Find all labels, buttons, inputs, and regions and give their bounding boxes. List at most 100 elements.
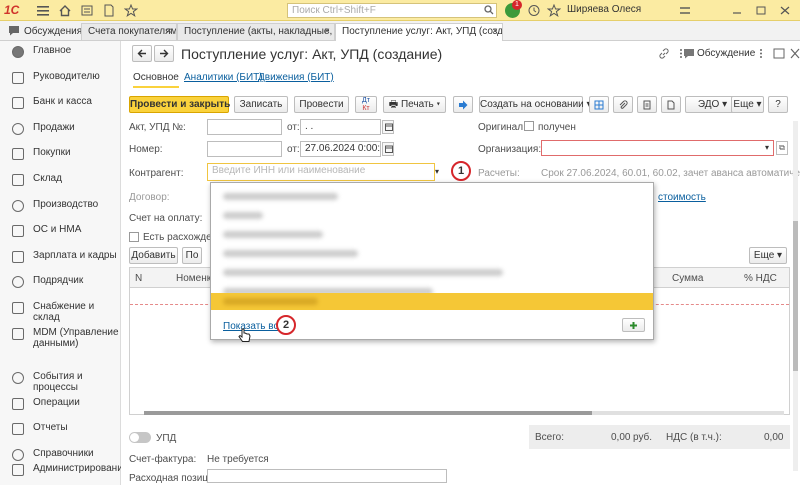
list-item[interactable] [211,188,653,205]
user-name[interactable]: Ширяева Олеся [567,4,641,15]
save-button[interactable]: Записать [234,96,288,113]
list-item[interactable] [211,245,653,262]
contractor-input[interactable]: Введите ИНН или наименование [207,163,435,181]
received-checkbox[interactable] [524,121,534,131]
doc-list-icon[interactable] [102,4,116,17]
close-icon[interactable]: × [324,26,330,37]
sidebar-item[interactable]: Продажи [0,118,121,140]
date-field[interactable]: 27.06.2024 0:00:00 [300,141,381,157]
sidebar-item[interactable]: Главное [0,41,121,63]
sidebar-item[interactable]: Склад [0,169,121,191]
act-number-field[interactable] [207,119,282,135]
sidebar-item[interactable]: Операции [0,393,121,415]
close-window-icon[interactable] [778,4,792,17]
sidebar-item[interactable]: Руководителю [0,67,121,89]
partial-button[interactable]: По [182,247,202,264]
column-header-vat[interactable]: % НДС [744,273,777,284]
sidebar-item[interactable]: Снабжение и склад [0,297,121,323]
home-icon[interactable] [58,4,72,17]
sidebar-item[interactable]: Банк и касса [0,92,121,114]
sidebar-item-label: Администрирование [33,463,129,474]
discussion-button[interactable]: Обсуждение [697,48,755,59]
expense-field[interactable] [207,469,447,483]
post-button[interactable]: Провести [294,96,349,113]
list-item[interactable] [211,264,653,281]
subtab-main[interactable]: Основное [133,72,179,88]
upd-toggle[interactable] [129,432,151,443]
create-based-button[interactable]: Создать на основании ▾ [479,96,592,113]
number-field[interactable] [207,141,282,157]
reports-icon [12,423,24,436]
table-more-button[interactable]: Еще ▾ [749,247,787,264]
calendar-icon[interactable] [382,120,394,134]
star-favorites-icon[interactable] [547,4,561,17]
top-bar: 1С Поиск Ctrl+Shift+F 1 Ширяева Олеся [0,0,800,21]
sidebar-item[interactable]: Отчеты [0,418,121,440]
sidebar-item[interactable]: События и процессы [0,367,121,393]
show-all-link[interactable]: Показать все [223,321,284,332]
column-header-n[interactable]: N [135,273,142,284]
add-row-button[interactable]: Добавить [129,247,178,264]
invoice-fact-value[interactable]: Не требуется [207,454,269,465]
dropdown-arrow-icon[interactable]: ▾ [761,141,773,155]
search-icon[interactable] [484,5,494,15]
history-clock-icon[interactable] [527,4,541,17]
sidebar-item[interactable]: Администрирование [0,459,128,481]
report-icon [643,100,651,110]
back-button[interactable] [132,45,152,62]
menu-icon[interactable] [36,4,50,17]
forward-button[interactable] [154,45,174,62]
discrepancy-checkbox[interactable] [129,232,139,242]
sidebar-item[interactable]: Подрядчик [0,271,121,293]
act-date-field[interactable]: . . [300,119,381,135]
tab-discussions[interactable]: Обсуждения [24,26,82,37]
close-icon[interactable] [790,48,800,59]
attach-button[interactable] [613,96,633,113]
sidebar-item[interactable]: MDM (Управление данными) [0,323,121,349]
minimize-icon[interactable] [730,4,744,17]
maximize-icon[interactable] [773,48,785,59]
calendar-icon[interactable] [382,142,394,156]
report-button[interactable] [637,96,657,113]
print-button[interactable]: 🖶 Печать ▾ [383,96,446,113]
star-icon[interactable] [124,4,138,17]
dt-kt-button[interactable]: Дт Кт [355,96,377,113]
settlements-value[interactable]: Срок 27.06.2024, 60.01, 60.02, зачет ава… [541,168,800,179]
vertical-scrollbar[interactable] [793,121,798,471]
dropdown-arrow-icon[interactable]: ▾ [435,165,445,179]
arrow-button[interactable] [453,96,473,113]
close-icon[interactable]: × [166,26,172,37]
open-icon[interactable]: ⧉ [776,141,788,155]
list-item[interactable] [211,207,653,224]
help-button[interactable]: ? [768,96,788,113]
tab-invoices[interactable]: Счета покупателям × [81,23,177,40]
history-icon[interactable] [80,4,94,17]
subtab-movements[interactable]: Движения (БИТ) [258,72,334,83]
cost-link[interactable]: стоимость [658,192,706,203]
subtab-analytics[interactable]: Аналитики (БИТ) [184,72,263,83]
sidebar-item[interactable]: Зарплата и кадры [0,246,121,268]
tab-receipts[interactable]: Поступление (акты, накладные, УПД)× [177,23,335,40]
post-close-button[interactable]: Провести и закрыть [129,96,230,113]
total-value: 0,00 [611,432,631,443]
contract-label: Договор: [129,192,170,203]
list-item-selected[interactable] [211,293,653,310]
settings-icon[interactable] [678,4,692,17]
search-input[interactable]: Поиск Ctrl+Shift+F [287,3,497,18]
close-icon[interactable]: × [492,26,498,37]
organization-field[interactable] [541,140,774,156]
sidebar-item[interactable]: Покупки [0,143,121,165]
more-button[interactable]: Еще ▾ [731,96,764,113]
link-icon[interactable] [658,48,670,59]
sidebar-item[interactable]: Производство [0,195,121,217]
list-item[interactable] [211,226,653,243]
sidebar-item[interactable]: ОС и НМА [0,220,121,242]
maximize-icon[interactable] [754,4,768,17]
tab-service-receipt[interactable]: Поступление услуг: Акт, УПД (создание)× [335,23,503,42]
structure-button[interactable] [589,96,609,113]
column-header-sum[interactable]: Сумма [672,273,703,284]
horizontal-scrollbar[interactable] [144,411,784,415]
add-contractor-button[interactable] [622,318,645,332]
more-icon[interactable] [756,48,766,59]
info-button[interactable] [661,96,681,113]
